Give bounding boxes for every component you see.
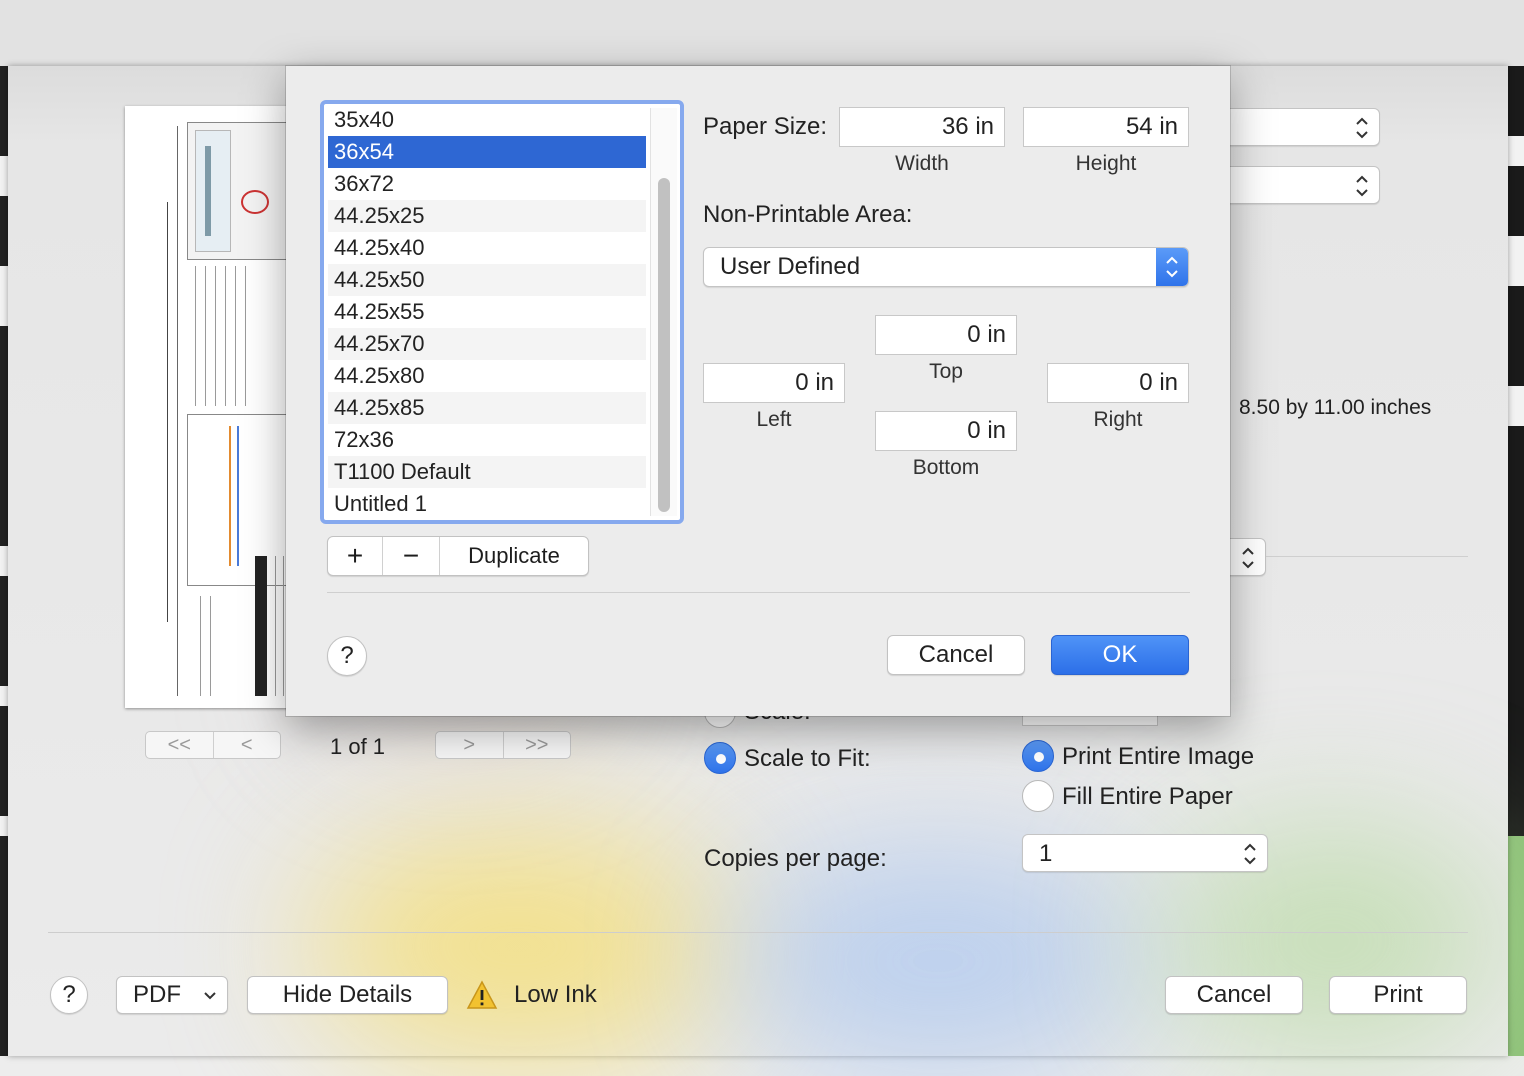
updown-chevron-icon xyxy=(1242,547,1254,569)
paper-size-list-item[interactable]: 44.25x25 xyxy=(328,200,646,232)
paper-size-list-item[interactable]: 44.25x70 xyxy=(328,328,646,360)
next-page-button[interactable]: > xyxy=(436,732,503,758)
print-button[interactable]: Print xyxy=(1329,976,1467,1014)
paper-size-list-item[interactable]: 44.25x55 xyxy=(328,296,646,328)
scale-to-fit-label: Scale to Fit: xyxy=(744,745,871,772)
paper-size-list-item[interactable]: 36x72 xyxy=(328,168,646,200)
bottom-margin-field[interactable]: 0 in xyxy=(875,411,1017,451)
add-paper-size-button[interactable]: + xyxy=(328,537,383,575)
non-printable-area-popup[interactable]: User Defined xyxy=(703,247,1189,287)
hide-details-button[interactable]: Hide Details xyxy=(247,976,448,1014)
updown-chevron-icon xyxy=(1166,256,1178,278)
low-ink-label: Low Ink xyxy=(514,981,597,1008)
dialog-ok-button[interactable]: OK xyxy=(1051,635,1189,675)
width-field[interactable]: 36 in xyxy=(839,107,1005,147)
page-indicator: 1 of 1 xyxy=(330,734,386,759)
list-scrollbar[interactable] xyxy=(650,108,677,516)
paper-size-list-item[interactable]: T1100 Default xyxy=(328,456,646,488)
help-button[interactable]: ? xyxy=(50,976,88,1014)
background-document-right-edge xyxy=(1508,66,1524,1066)
list-scrollbar-thumb[interactable] xyxy=(658,178,670,512)
paper-size-list[interactable]: 35x40 36x54 36x72 44.25x25 44.25x40 44.25x50 4… xyxy=(320,100,684,524)
fill-entire-paper-radio[interactable] xyxy=(1022,780,1054,812)
page-size-info: 8.50 by 11.00 inches xyxy=(1239,396,1432,419)
paper-size-list-item[interactable]: 44.25x50 xyxy=(328,264,646,296)
duplicate-button[interactable]: Duplicate xyxy=(440,537,588,575)
updown-chevron-icon xyxy=(1356,117,1368,139)
app-toolbar-area xyxy=(0,0,1524,67)
paper-size-list-item[interactable]: 44.25x85 xyxy=(328,392,646,424)
bottom-caption: Bottom xyxy=(912,456,980,479)
paper-size-label: Paper Size: xyxy=(703,113,828,140)
first-page-button[interactable]: << xyxy=(146,732,213,758)
updown-chevron-icon xyxy=(1244,843,1256,865)
non-printable-area-label: Non-Printable Area: xyxy=(703,201,913,228)
preview-pager-back-group: << < xyxy=(145,731,281,759)
previous-page-button[interactable]: < xyxy=(212,732,281,758)
updown-chevron-icon xyxy=(1356,175,1368,197)
right-margin-field[interactable]: 0 in xyxy=(1047,363,1189,403)
paper-size-list-item[interactable]: 36x54 xyxy=(328,136,646,168)
dialog-help-button[interactable]: ? xyxy=(327,636,367,676)
paper-size-list-item[interactable]: Untitled 1 xyxy=(328,488,646,516)
print-entire-image-radio[interactable] xyxy=(1022,740,1054,772)
list-actions-group: + − Duplicate xyxy=(327,536,589,576)
remove-paper-size-button[interactable]: − xyxy=(383,537,440,575)
dialog-cancel-button[interactable]: Cancel xyxy=(887,635,1025,675)
fill-entire-paper-label: Fill Entire Paper xyxy=(1062,783,1233,810)
pdf-menu-button[interactable]: PDF xyxy=(116,976,228,1014)
section-divider xyxy=(1266,556,1468,557)
background-bottom-strip xyxy=(0,1056,1524,1076)
paper-size-list-item[interactable]: 44.25x40 xyxy=(328,232,646,264)
height-field[interactable]: 54 in xyxy=(1023,107,1189,147)
paper-size-list-rows: 35x40 36x54 36x72 44.25x25 44.25x40 44.25x50 4… xyxy=(328,108,646,516)
footer-divider xyxy=(48,932,1468,933)
background-document-left-edge xyxy=(0,66,8,1066)
top-caption: Top xyxy=(929,360,963,383)
right-caption: Right xyxy=(1093,408,1143,431)
last-page-button[interactable]: >> xyxy=(502,732,571,758)
cancel-button[interactable]: Cancel xyxy=(1165,976,1303,1014)
width-caption: Width xyxy=(895,152,949,175)
copies-per-page-popup[interactable]: 1 xyxy=(1022,834,1268,872)
dialog-divider xyxy=(327,592,1190,593)
scale-to-fit-radio[interactable] xyxy=(704,742,736,774)
pdf-label: PDF xyxy=(133,981,181,1008)
top-margin-field[interactable]: 0 in xyxy=(875,315,1017,355)
chevron-down-icon xyxy=(204,992,216,1000)
warning-icon xyxy=(466,980,498,1009)
copies-per-page-label: Copies per page: xyxy=(704,845,887,872)
left-margin-field[interactable]: 0 in xyxy=(703,363,845,403)
height-caption: Height xyxy=(1075,152,1137,175)
paper-size-list-item[interactable]: 44.25x80 xyxy=(328,360,646,392)
paper-size-list-item[interactable]: 72x36 xyxy=(328,424,646,456)
preview-pager-forward-group: > >> xyxy=(435,731,571,759)
document-preview-page xyxy=(125,106,295,708)
copies-per-page-value: 1 xyxy=(1039,840,1053,867)
print-entire-image-label: Print Entire Image xyxy=(1062,743,1255,770)
non-printable-area-value: User Defined xyxy=(720,253,861,280)
left-caption: Left xyxy=(756,408,792,431)
paper-size-list-item[interactable]: 35x40 xyxy=(328,108,646,136)
popup-stepper xyxy=(1156,248,1188,286)
